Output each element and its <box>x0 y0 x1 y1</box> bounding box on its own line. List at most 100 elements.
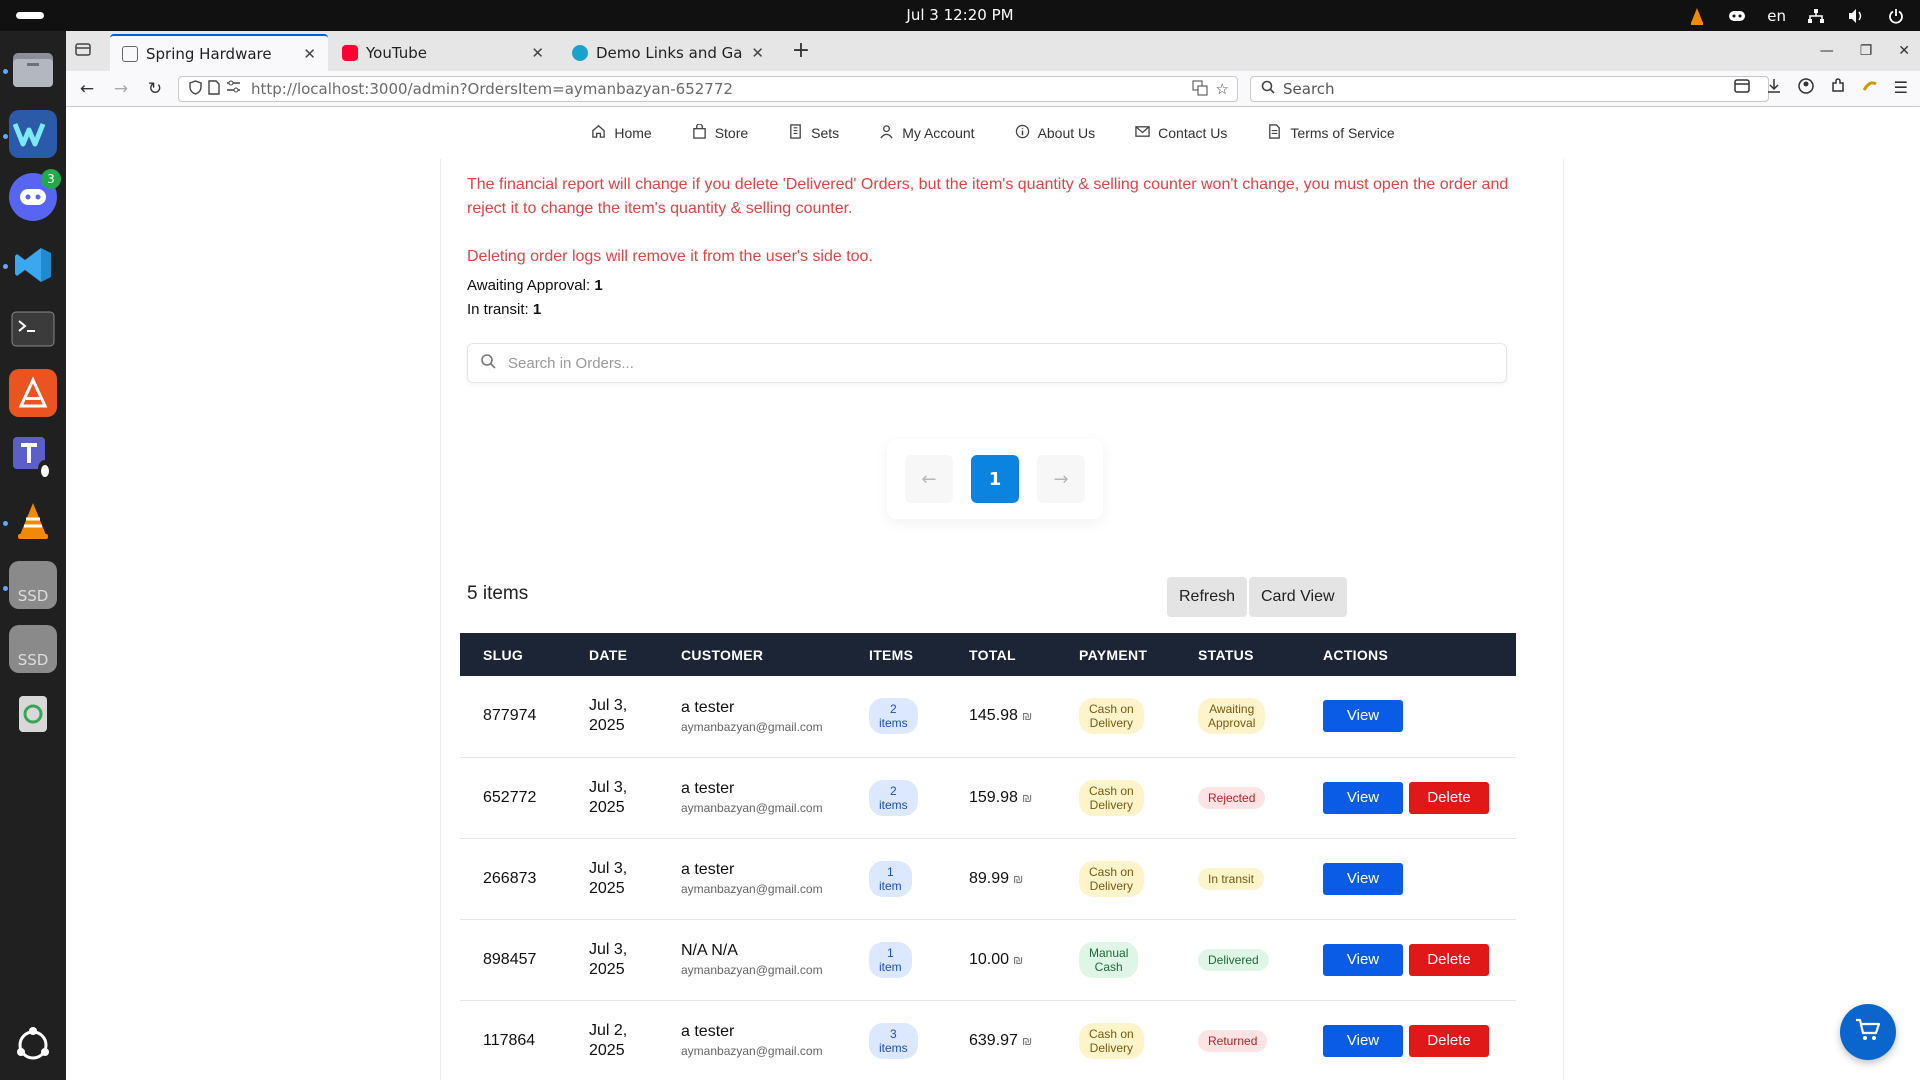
next-page-button[interactable]: → <box>1037 455 1085 503</box>
system-clock[interactable]: Jul 3 12:20 PM <box>0 0 1920 31</box>
orders-table-body: 877974 Jul 3, 2025 a tester aymanbazyan@gmai… <box>460 676 1516 1080</box>
pocket-icon[interactable] <box>1733 78 1750 98</box>
customer-email: aymanbazyan@gmail.com <box>681 963 823 977</box>
teams-app-icon[interactable] <box>9 433 57 481</box>
delete-order-button[interactable]: Delete <box>1409 781 1489 814</box>
customer-name: a tester <box>681 861 735 878</box>
view-order-button[interactable]: View <box>1323 781 1403 814</box>
minimize-icon[interactable]: — <box>1820 43 1834 59</box>
discord-app-icon[interactable]: 3 <box>9 169 61 221</box>
nav-home[interactable]: Home <box>591 124 652 142</box>
vlc-tray-icon[interactable] <box>1687 6 1707 26</box>
close-tab-icon[interactable]: ✕ <box>531 44 544 62</box>
payment-badge: Cash on Delivery <box>1079 860 1144 897</box>
payment-badge: Cash on Delivery <box>1079 1022 1144 1059</box>
nav-store[interactable]: Store <box>692 123 748 142</box>
ssd-drive-icon[interactable]: SSD <box>9 625 57 673</box>
site-navigation: Home Store Sets My Account About Us Cont… <box>66 107 1920 159</box>
nav-sets[interactable]: Sets <box>788 124 839 142</box>
nav-my-account[interactable]: My Account <box>879 124 975 142</box>
payment-badge: Cash on Delivery <box>1079 698 1144 735</box>
order-search-input[interactable] <box>508 354 1468 372</box>
permissions-icon[interactable] <box>226 80 241 99</box>
tab-youtube[interactable]: YouTube ✕ <box>330 34 556 71</box>
forward-button[interactable]: → <box>110 78 132 100</box>
view-order-button[interactable]: View <box>1323 1024 1403 1057</box>
url-text: http://localhost:3000/admin?OrdersItem=a… <box>251 80 733 98</box>
close-window-icon[interactable]: ✕ <box>1898 43 1910 59</box>
show-apps-icon[interactable] <box>9 1021 57 1069</box>
youtube-favicon-icon <box>342 44 358 61</box>
files-app-icon[interactable] <box>9 45 57 93</box>
view-order-button[interactable]: View <box>1323 700 1403 733</box>
mail-icon <box>1135 124 1150 142</box>
running-indicator <box>3 264 8 269</box>
tab-list-icon[interactable] <box>74 40 94 60</box>
ssd-drive-icon[interactable]: SSD <box>9 561 57 609</box>
card-view-button[interactable]: Card View <box>1249 577 1347 617</box>
extension-icon[interactable] <box>1862 78 1878 98</box>
window-controls: — ❐ ✕ <box>1820 31 1910 71</box>
discord-tray-icon[interactable] <box>1727 6 1747 26</box>
tab-spring-hardware[interactable]: Spring Hardware ✕ <box>110 34 328 71</box>
document-icon <box>1267 124 1282 142</box>
table-row: 266873 Jul 3, 2025 a tester aymanbazyan@gmai… <box>460 838 1516 920</box>
restore-icon[interactable]: ❐ <box>1860 43 1873 59</box>
drive-label: SSD <box>17 651 49 669</box>
windsurf-app-icon[interactable] <box>9 110 57 158</box>
currency-symbol: ₪ <box>1021 790 1033 805</box>
order-slug: 877974 <box>460 676 566 758</box>
terminal-app-icon[interactable] <box>9 305 57 353</box>
vscode-app-icon[interactable] <box>9 241 57 289</box>
page-icon[interactable] <box>208 79 220 99</box>
currency-symbol: ₪ <box>1021 709 1033 724</box>
close-tab-icon[interactable]: ✕ <box>751 44 764 62</box>
nav-terms-of-service[interactable]: Terms of Service <box>1267 124 1395 142</box>
delete-order-button[interactable]: Delete <box>1409 943 1489 976</box>
back-button[interactable]: ← <box>76 78 98 100</box>
application-dock: 3 SSD SSD <box>0 31 66 1080</box>
view-order-button[interactable]: View <box>1323 943 1403 976</box>
refresh-button[interactable]: Refresh <box>1167 577 1248 617</box>
volume-icon[interactable] <box>1846 6 1866 26</box>
power-icon[interactable] <box>1886 6 1906 26</box>
menu-icon[interactable]: ☰ <box>1894 78 1908 98</box>
table-row: 652772 Jul 3, 2025 a tester aymanbazyan@gmai… <box>460 757 1516 839</box>
payment-badge: Manual Cash <box>1079 941 1139 978</box>
extensions-icon[interactable] <box>1830 78 1846 98</box>
downloads-icon[interactable] <box>1766 78 1782 98</box>
tab-demo-links[interactable]: Demo Links and Gallery | ✕ <box>560 34 776 71</box>
cart-button[interactable] <box>1840 1004 1896 1060</box>
language-indicator[interactable]: en <box>1767 7 1786 25</box>
url-bar[interactable]: http://localhost:3000/admin?OrdersItem=a… <box>178 76 1238 102</box>
user-icon <box>879 124 894 142</box>
reload-button[interactable]: ↻ <box>144 78 166 100</box>
network-icon[interactable] <box>1806 6 1826 26</box>
new-tab-button[interactable]: + <box>786 37 816 67</box>
order-date: Jul 3, 2025 <box>566 838 658 920</box>
previous-page-button[interactable]: ← <box>905 455 953 503</box>
in-transit-count: In transit: 1 <box>467 301 542 318</box>
page-1-button[interactable]: 1 <box>971 455 1019 503</box>
close-tab-icon[interactable]: ✕ <box>303 45 316 63</box>
items-badge: 2 items <box>869 698 918 735</box>
order-date: Jul 3, 2025 <box>566 757 658 839</box>
bookmark-star-icon[interactable]: ☆ <box>1216 80 1229 100</box>
account-icon[interactable] <box>1797 78 1814 98</box>
vlc-app-icon[interactable] <box>9 497 57 545</box>
shield-icon[interactable] <box>189 79 202 99</box>
column-header-date: DATE <box>589 646 628 663</box>
app-center-icon[interactable] <box>9 369 57 417</box>
customer-email: aymanbazyan@gmail.com <box>681 882 823 896</box>
translate-icon[interactable] <box>1192 80 1208 100</box>
home-icon <box>591 124 606 142</box>
order-customer: a tester aymanbazyan@gmail.com <box>658 757 846 839</box>
delete-order-button[interactable]: Delete <box>1409 1024 1489 1057</box>
currency-symbol: ₪ <box>1021 1033 1033 1048</box>
nav-contact-us[interactable]: Contact Us <box>1135 124 1227 142</box>
view-order-button[interactable]: View <box>1323 862 1403 895</box>
column-header-status: STATUS <box>1198 646 1254 663</box>
trash-icon[interactable] <box>9 689 57 737</box>
nav-about-us[interactable]: About Us <box>1015 124 1095 142</box>
browser-search-field[interactable]: Search <box>1250 76 1769 102</box>
